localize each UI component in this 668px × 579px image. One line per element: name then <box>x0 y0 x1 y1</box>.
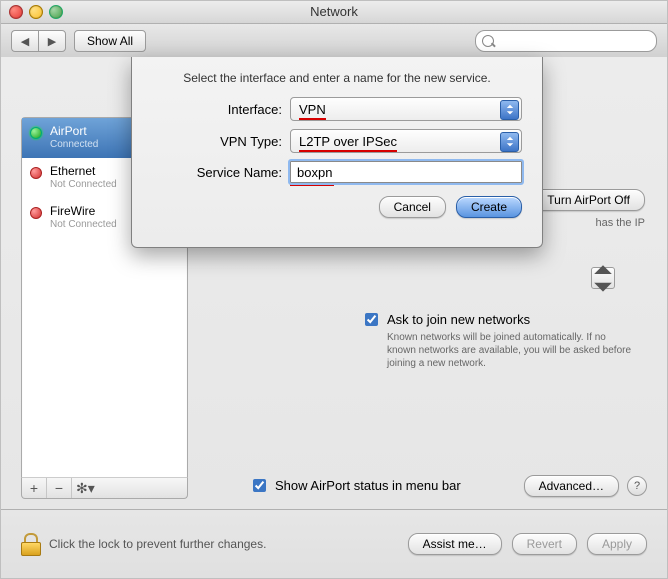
vpn-type-select[interactable]: L2TP over IPSec <box>290 129 522 153</box>
toolbar: ◀ ▶ Show All <box>1 24 667 59</box>
chevron-left-icon: ◀ <box>21 35 29 48</box>
service-name-label: Service Name: <box>152 165 290 180</box>
bottom-bar: Click the lock to prevent further change… <box>1 510 667 578</box>
show-all-button[interactable]: Show All <box>74 30 146 52</box>
forward-button[interactable]: ▶ <box>38 30 66 52</box>
zoom-icon[interactable] <box>49 5 63 19</box>
add-service-button[interactable]: + <box>22 478 47 498</box>
interface-select[interactable]: VPN <box>290 97 522 121</box>
updown-icon <box>592 263 614 294</box>
show-status-label: Show AirPort status in menu bar <box>275 478 461 493</box>
revert-button[interactable]: Revert <box>512 533 577 555</box>
new-service-sheet: Select the interface and enter a name fo… <box>131 57 543 248</box>
status-dot-icon <box>30 167 42 179</box>
ask-join-description: Known networks will be joined automatica… <box>387 331 637 370</box>
gear-icon: ✻▾ <box>76 480 95 497</box>
service-name-input[interactable] <box>290 161 522 183</box>
question-icon: ? <box>634 480 640 492</box>
network-name-select-caret[interactable] <box>591 267 615 289</box>
close-icon[interactable] <box>9 5 23 19</box>
ask-join-label: Ask to join new networks <box>387 312 637 327</box>
remove-service-button[interactable]: − <box>47 478 72 498</box>
window-title: Network <box>310 4 358 19</box>
service-actions-button[interactable]: ✻▾ <box>72 478 187 498</box>
sidebar-item-status: Not Connected <box>50 218 117 232</box>
titlebar: Network <box>1 1 667 24</box>
help-button[interactable]: ? <box>627 476 647 496</box>
minus-icon: − <box>55 480 63 496</box>
status-dot-icon <box>30 207 42 219</box>
window-controls <box>9 5 63 19</box>
turn-airport-off-button[interactable]: Turn AirPort Off <box>532 189 645 211</box>
chevron-right-icon: ▶ <box>48 35 56 48</box>
lock-text: Click the lock to prevent further change… <box>49 537 266 551</box>
lock-icon[interactable] <box>21 533 39 555</box>
cancel-button[interactable]: Cancel <box>379 196 446 218</box>
ask-join-checkbox[interactable] <box>365 313 378 326</box>
back-button[interactable]: ◀ <box>11 30 38 52</box>
sheet-prompt: Select the interface and enter a name fo… <box>132 57 542 93</box>
advanced-button[interactable]: Advanced… <box>524 475 619 497</box>
vpn-type-label: VPN Type: <box>152 134 290 149</box>
assist-button[interactable]: Assist me… <box>408 533 502 555</box>
interface-label: Interface: <box>152 102 290 117</box>
sidebar-footer: + − ✻▾ <box>21 477 188 499</box>
updown-icon <box>500 100 519 120</box>
search-input[interactable] <box>475 30 657 52</box>
network-preferences-window: Network ◀ ▶ Show All AirPort Connected <box>0 0 668 579</box>
plus-icon: + <box>30 480 38 496</box>
create-button[interactable]: Create <box>456 196 522 218</box>
sidebar-item-label: Ethernet <box>50 164 117 178</box>
sidebar-item-status: Connected <box>50 138 98 152</box>
updown-icon <box>500 132 519 152</box>
apply-button[interactable]: Apply <box>587 533 647 555</box>
vpn-type-value: L2TP over IPSec <box>299 134 397 152</box>
interface-value: VPN <box>299 102 326 120</box>
sidebar-item-label: AirPort <box>50 124 98 138</box>
nav-buttons: ◀ ▶ <box>11 30 66 52</box>
minimize-icon[interactable] <box>29 5 43 19</box>
status-text-fragment: has the IP <box>595 217 645 229</box>
status-dot-icon <box>30 127 42 139</box>
show-status-checkbox[interactable] <box>253 479 266 492</box>
sidebar-item-status: Not Connected <box>50 178 117 192</box>
sidebar-item-label: FireWire <box>50 204 117 218</box>
